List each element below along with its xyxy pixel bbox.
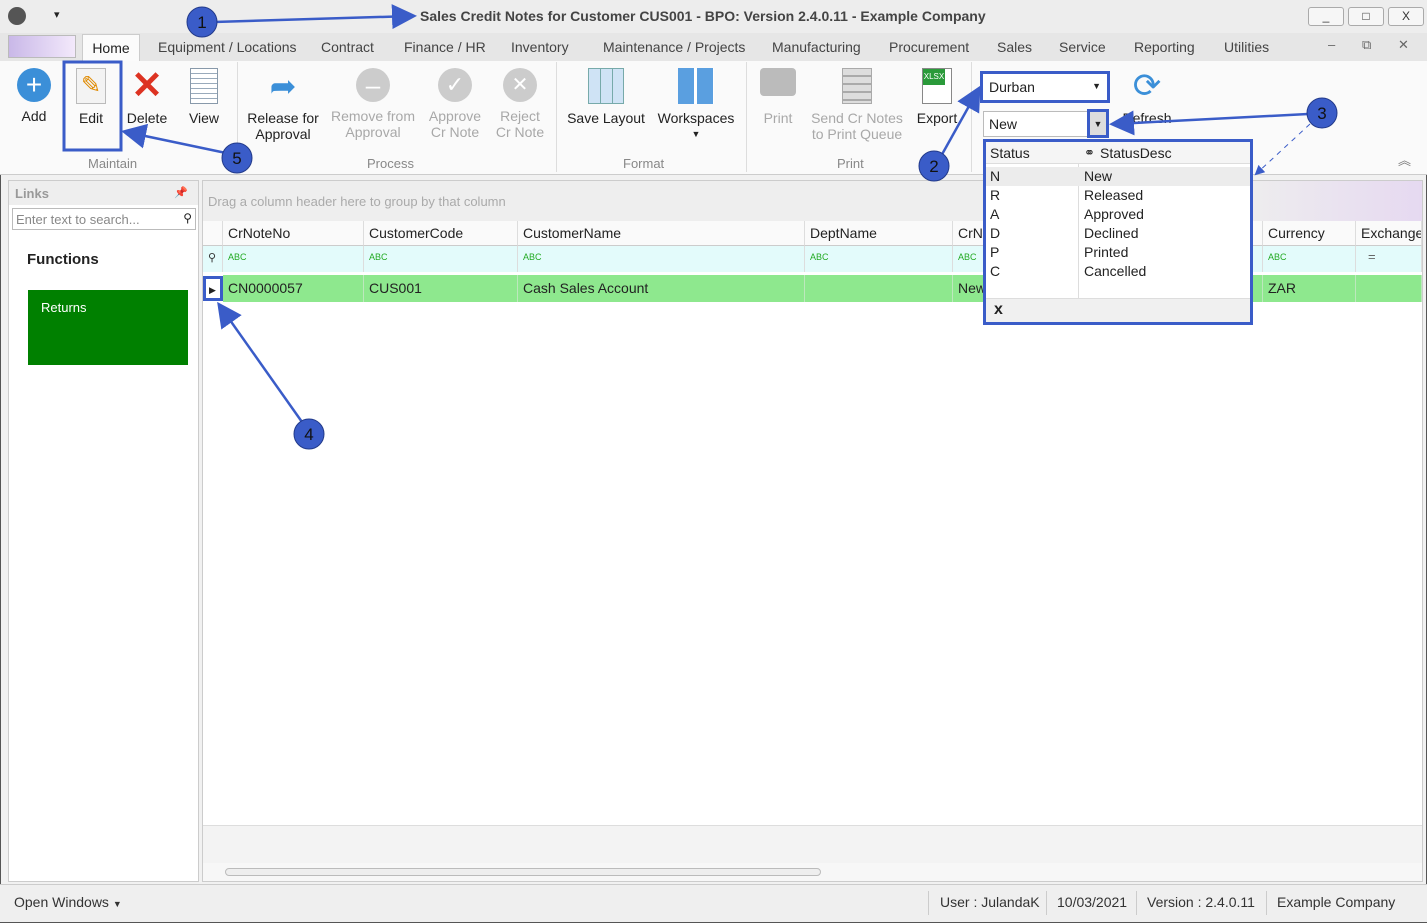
annotation-badge-1: 1 [186, 6, 218, 38]
annotation-number: 2 [929, 157, 938, 176]
annotation-arrow-5 [121, 123, 227, 155]
annotation-number: 4 [304, 425, 313, 444]
annotation-number: 1 [197, 13, 206, 32]
annotation-arrow-3b [1254, 123, 1311, 176]
edit-highlight-box [62, 60, 123, 152]
annotation-arrow-3 [1109, 110, 1309, 136]
annotation-badge-2: 2 [918, 150, 950, 182]
annotation-arrow-4 [217, 301, 304, 423]
annotation-number: 3 [1317, 104, 1326, 123]
annotation-badge-4: 4 [293, 418, 325, 450]
annotation-arrow-2 [938, 85, 981, 159]
annotation-overlay: 1 2 3 4 5 [62, 4, 1338, 450]
annotation-arrow-1 [213, 4, 417, 30]
annotation-number: 5 [232, 149, 241, 168]
annotation-badge-5: 5 [221, 142, 253, 174]
annotation-badge-3: 3 [1306, 97, 1338, 129]
